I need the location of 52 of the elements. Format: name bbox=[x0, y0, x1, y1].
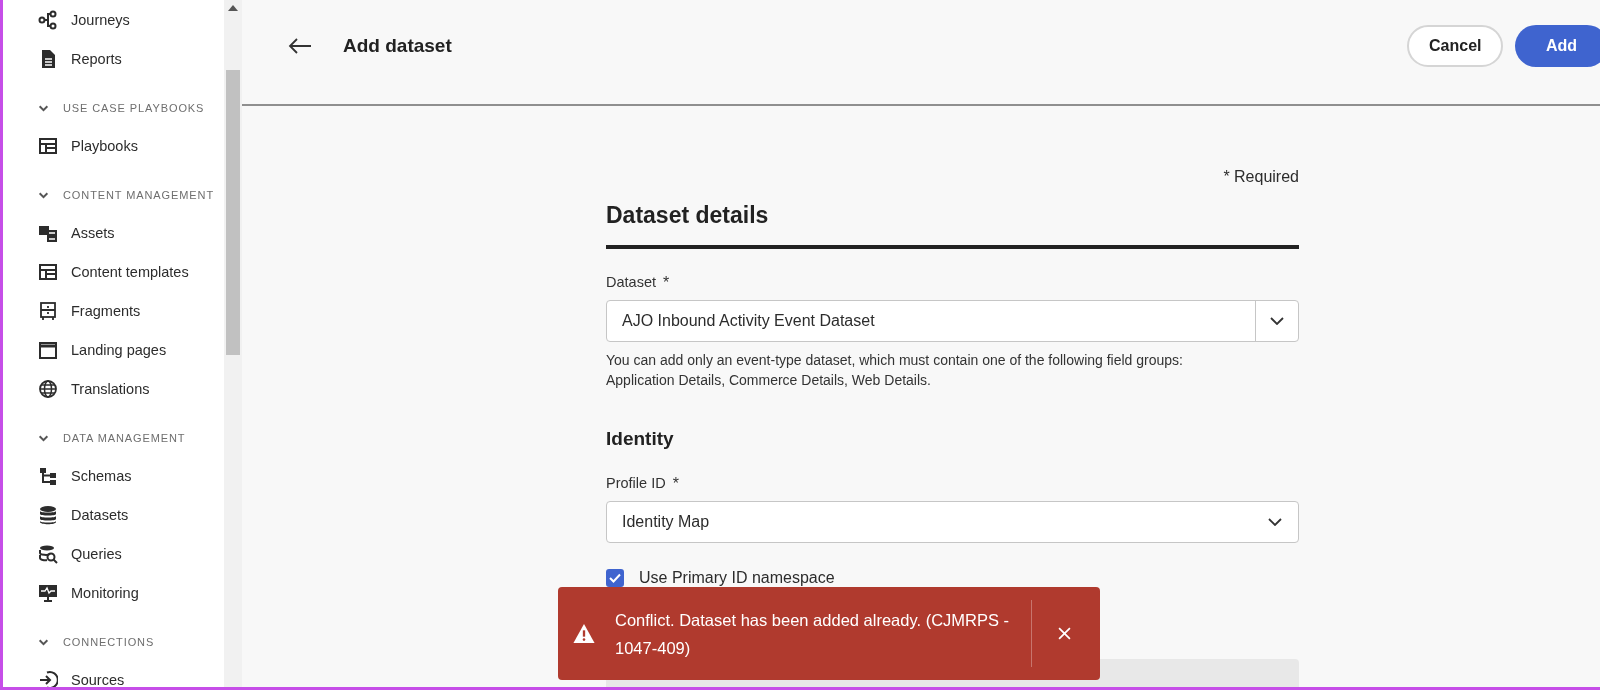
layout-icon bbox=[38, 261, 58, 282]
sidebar-item[interactable]: Assets bbox=[38, 213, 224, 252]
chevron-down-icon bbox=[1270, 317, 1284, 325]
sidebar-item[interactable]: Sources bbox=[38, 660, 224, 687]
checkmark-icon bbox=[609, 573, 621, 583]
monitor-icon bbox=[38, 582, 58, 603]
sidebar-item[interactable]: Fragments bbox=[38, 291, 224, 330]
field-label: Dataset bbox=[606, 274, 656, 292]
scrollbar[interactable] bbox=[224, 0, 242, 687]
required-mark: * bbox=[663, 274, 670, 292]
page-title: Add dataset bbox=[343, 35, 452, 57]
sidebar-item[interactable]: Content templates bbox=[38, 252, 224, 291]
sign-in-icon bbox=[38, 669, 58, 687]
sidebar-item[interactable]: Landing pages bbox=[38, 330, 224, 369]
section-title: Dataset details bbox=[606, 202, 770, 229]
layout-icon bbox=[38, 135, 58, 156]
section-heading[interactable]: DATA MANAGEMENT bbox=[63, 432, 186, 444]
chevron-down-icon bbox=[1268, 518, 1282, 526]
section-heading[interactable]: USE CASE PLAYBOOKS bbox=[63, 102, 205, 114]
toast-message: Conflict. Dataset has been added already. (CJMRPS - 1047-409) bbox=[615, 609, 1011, 659]
section-heading[interactable]: CONTENT MANAGEMENT bbox=[63, 189, 215, 201]
database-icon bbox=[38, 504, 58, 525]
add-button[interactable]: Add bbox=[1515, 25, 1600, 67]
cancel-button[interactable]: Cancel bbox=[1407, 25, 1503, 67]
section-heading[interactable]: CONNECTIONS bbox=[63, 636, 155, 648]
section-title: Identity bbox=[606, 428, 675, 450]
hierarchy-icon bbox=[38, 465, 58, 486]
nodes-icon bbox=[38, 9, 58, 30]
globe-icon bbox=[38, 378, 58, 399]
sidebar-item[interactable]: Journeys bbox=[38, 0, 224, 39]
sidebar-item[interactable]: Monitoring bbox=[38, 573, 224, 612]
checkbox-label[interactable]: Use Primary ID namespace bbox=[639, 569, 835, 587]
profile-id-dropdown[interactable]: Identity Map bbox=[606, 501, 1299, 543]
back-arrow-icon[interactable] bbox=[288, 38, 312, 54]
field-label: Profile ID bbox=[606, 475, 666, 493]
close-icon[interactable] bbox=[1058, 627, 1071, 640]
window-icon bbox=[38, 339, 58, 360]
sidebar-item[interactable]: Datasets bbox=[38, 495, 224, 534]
sidebar-item[interactable]: Queries bbox=[38, 534, 224, 573]
required-mark: * bbox=[672, 475, 679, 493]
sidebar-item[interactable]: Playbooks bbox=[38, 126, 224, 165]
sidebar-item[interactable]: Schemas bbox=[38, 456, 224, 495]
required-note: * Required bbox=[1222, 168, 1299, 186]
warning-icon bbox=[573, 624, 595, 643]
help-text: You can add only an event-type dataset, which must contain one of the following field groups: Application Details, Commerce Details, Web Details. bbox=[606, 351, 1184, 390]
dataset-dropdown[interactable]: AJO Inbound Activity Event Dataset bbox=[606, 300, 1299, 342]
sidebar-item[interactable]: Reports bbox=[38, 39, 224, 78]
fragment-icon bbox=[38, 300, 58, 321]
scroll-up-icon[interactable] bbox=[228, 5, 238, 11]
sidebar-item[interactable]: Translations bbox=[38, 369, 224, 408]
checkbox[interactable] bbox=[606, 569, 624, 587]
database-search-icon bbox=[38, 543, 58, 564]
